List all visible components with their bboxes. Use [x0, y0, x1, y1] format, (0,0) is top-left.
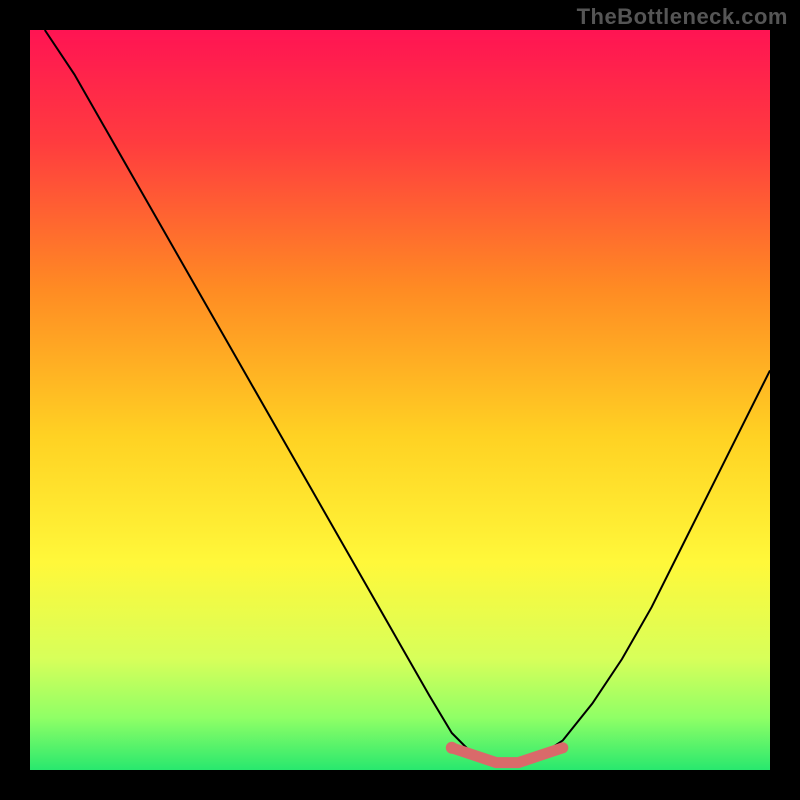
gradient-background: [30, 30, 770, 770]
bottleneck-chart: [0, 0, 800, 800]
watermark-text: TheBottleneck.com: [577, 4, 788, 30]
optimal-start-dot: [446, 742, 458, 754]
chart-container: TheBottleneck.com: [0, 0, 800, 800]
